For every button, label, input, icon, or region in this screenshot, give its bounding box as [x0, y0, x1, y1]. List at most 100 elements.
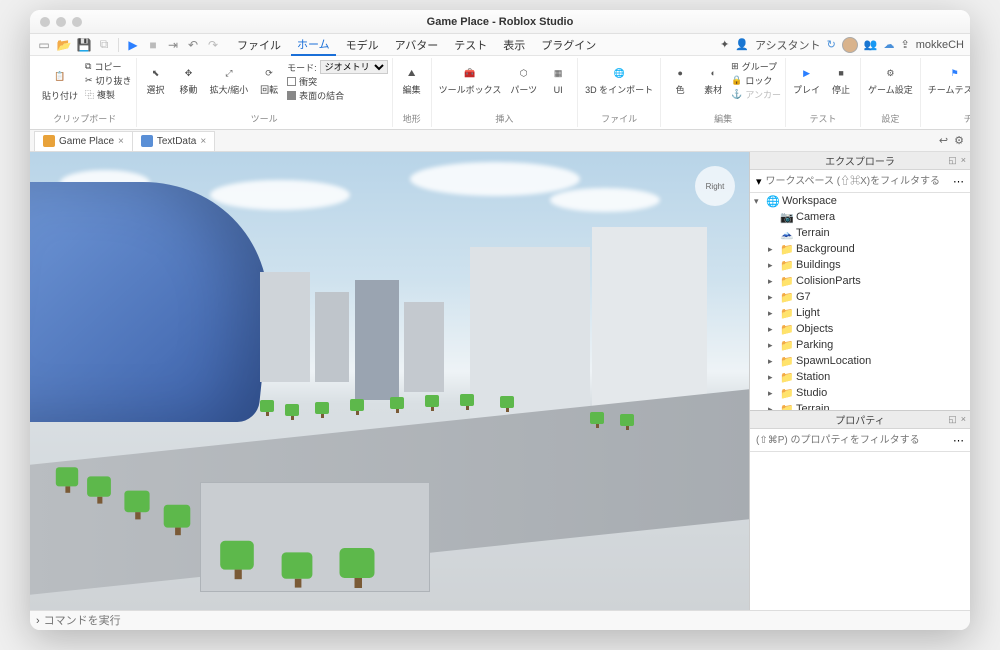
traffic-close[interactable] — [40, 17, 50, 27]
tree-item[interactable]: ▸📁G7 — [750, 289, 970, 305]
tab-settings-icon[interactable]: ⚙ — [954, 134, 964, 147]
tree-item[interactable]: ▸📁Background — [750, 241, 970, 257]
building — [404, 302, 444, 392]
paste-icon: 📋 — [46, 62, 74, 90]
rotate-button[interactable]: ⟳回転 — [254, 60, 284, 98]
paste-button[interactable]: 📋 貼り付け — [38, 60, 82, 104]
tree-item[interactable]: ▸📁Buildings — [750, 257, 970, 273]
close-tab-icon[interactable]: × — [118, 136, 124, 147]
step-icon[interactable]: ⇥ — [165, 37, 181, 53]
cam-icon: 📷 — [780, 211, 794, 224]
save-icon[interactable]: 💾 — [76, 37, 92, 53]
building — [355, 280, 399, 400]
close-tab-icon[interactable]: × — [200, 136, 206, 147]
group-icon[interactable]: 👥 — [864, 38, 878, 51]
viewport-3d[interactable]: Right — [30, 152, 750, 610]
assistant-icon[interactable]: 👤 — [735, 38, 749, 51]
open-icon[interactable]: 📂 — [56, 37, 72, 53]
group-insert-title: 挿入 — [495, 112, 513, 125]
tree-root[interactable]: ▾🌐 Workspace — [750, 193, 970, 209]
join-checkbox[interactable]: 表面の結合 — [287, 89, 388, 102]
material-button[interactable]: ◐素材 — [698, 60, 728, 98]
building — [260, 272, 310, 382]
panel-close-icon[interactable]: × — [961, 414, 966, 425]
menu-view[interactable]: 表示 — [497, 35, 531, 55]
duplicate-button[interactable]: ⿻複製 — [85, 88, 132, 101]
explorer-header: エクスプローラ ◱× — [750, 152, 970, 170]
folder-icon: 📁 — [780, 291, 794, 304]
rotate-icon: ⟳ — [258, 62, 280, 84]
tree-item[interactable]: ▸📁Light — [750, 305, 970, 321]
folder-icon: 📁 — [780, 259, 794, 272]
color-button[interactable]: ●色 — [665, 60, 695, 98]
anchor-icon: ⚓ — [731, 89, 742, 100]
parts-button[interactable]: ⬡パーツ — [507, 60, 540, 98]
ui-button[interactable]: ▦UI — [543, 60, 573, 98]
tree-item[interactable]: ▸📁Station — [750, 369, 970, 385]
refresh-icon[interactable]: ↻ — [827, 38, 836, 51]
group-button[interactable]: ⊞グループ — [731, 60, 781, 73]
traffic-max[interactable] — [72, 17, 82, 27]
tree-item[interactable]: ▸📁SpawnLocation — [750, 353, 970, 369]
tab-textdata[interactable]: TextData × — [132, 131, 215, 151]
properties-filter-input[interactable] — [756, 432, 949, 448]
username[interactable]: mokkeCH — [916, 39, 964, 51]
move-button[interactable]: ✥移動 — [174, 60, 204, 98]
share-icon[interactable]: ⇪ — [900, 38, 909, 51]
play-button[interactable]: ▶プレイ — [790, 60, 823, 98]
menu-model[interactable]: モデル — [340, 35, 385, 55]
menu-plugin[interactable]: プラグイン — [535, 35, 602, 55]
tree-item[interactable]: ▸📁Parking — [750, 337, 970, 353]
lock-button[interactable]: 🔒ロック — [731, 74, 781, 87]
tree-item[interactable]: 🗻Terrain — [750, 225, 970, 241]
cut-button[interactable]: ✂切り抜き — [85, 74, 132, 87]
play-icon[interactable]: ▶ — [125, 37, 141, 53]
undo-icon[interactable]: ↶ — [185, 37, 201, 53]
cut-icon: ✂ — [85, 75, 93, 86]
group-terrain-title: 地形 — [403, 112, 421, 125]
tab-history-icon[interactable]: ↩ — [939, 134, 948, 147]
select-button[interactable]: ⬉選択 — [141, 60, 171, 98]
menu-home[interactable]: ホーム — [291, 34, 336, 56]
toolbox-button[interactable]: 🧰ツールボックス — [436, 60, 505, 98]
user-avatar-icon[interactable] — [842, 37, 858, 53]
menu-test[interactable]: テスト — [448, 35, 493, 55]
filter-menu-icon[interactable]: ⋯ — [953, 434, 964, 447]
import3d-button[interactable]: 🌐3D をインポート — [582, 60, 656, 98]
panel-popout-icon[interactable]: ◱ — [948, 155, 957, 166]
terrain-edit-button[interactable]: ⛰編集 — [397, 60, 427, 98]
collide-checkbox[interactable]: 衝突 — [287, 75, 388, 88]
explorer-filter-input[interactable] — [766, 173, 949, 189]
group-settings-title: 設定 — [881, 112, 899, 125]
game-settings-button[interactable]: ⚙ゲーム設定 — [865, 60, 916, 98]
properties-header: プロパティ ◱× — [750, 411, 970, 429]
assistant-label[interactable]: アシスタント — [755, 37, 821, 53]
new-file-icon[interactable]: ▭ — [36, 37, 52, 53]
tree-item[interactable]: 📷Camera — [750, 209, 970, 225]
anchor-button[interactable]: ⚓アンカー — [731, 88, 781, 101]
cloud-icon[interactable]: ☁ — [883, 38, 894, 51]
filter-icon[interactable]: ▾ — [756, 175, 762, 188]
import-icon: 🌐 — [608, 62, 630, 84]
tree-item[interactable]: ▸📁Terrain — [750, 401, 970, 410]
tab-game-place[interactable]: Game Place × — [34, 131, 133, 151]
menu-file[interactable]: ファイル — [231, 35, 287, 55]
traffic-min[interactable] — [56, 17, 66, 27]
filter-menu-icon[interactable]: ⋯ — [953, 175, 964, 188]
command-input[interactable] — [44, 615, 964, 627]
panel-popout-icon[interactable]: ◱ — [948, 414, 957, 425]
teamtest-button[interactable]: ⚑チームテスト — [925, 60, 970, 98]
scale-button[interactable]: ⤢拡大/縮小 — [207, 60, 252, 98]
stop-icon: ■ — [145, 37, 161, 53]
tree-item[interactable]: ▸📁Objects — [750, 321, 970, 337]
folder-icon: 📁 — [780, 355, 794, 368]
menu-avatar[interactable]: アバター — [389, 35, 445, 55]
tree-item[interactable]: ▸📁Studio — [750, 385, 970, 401]
mode-select[interactable]: ジオメトリ — [320, 60, 388, 74]
sparkle-icon[interactable]: ✦ — [720, 38, 729, 51]
copy-button[interactable]: ⧉コピー — [85, 60, 132, 73]
view-compass[interactable]: Right — [695, 166, 735, 206]
tree-item[interactable]: ▸📁ColisionParts — [750, 273, 970, 289]
panel-close-icon[interactable]: × — [961, 155, 966, 166]
explorer-tree[interactable]: ▾🌐 Workspace 📷Camera🗻Terrain▸📁Background… — [750, 193, 970, 410]
